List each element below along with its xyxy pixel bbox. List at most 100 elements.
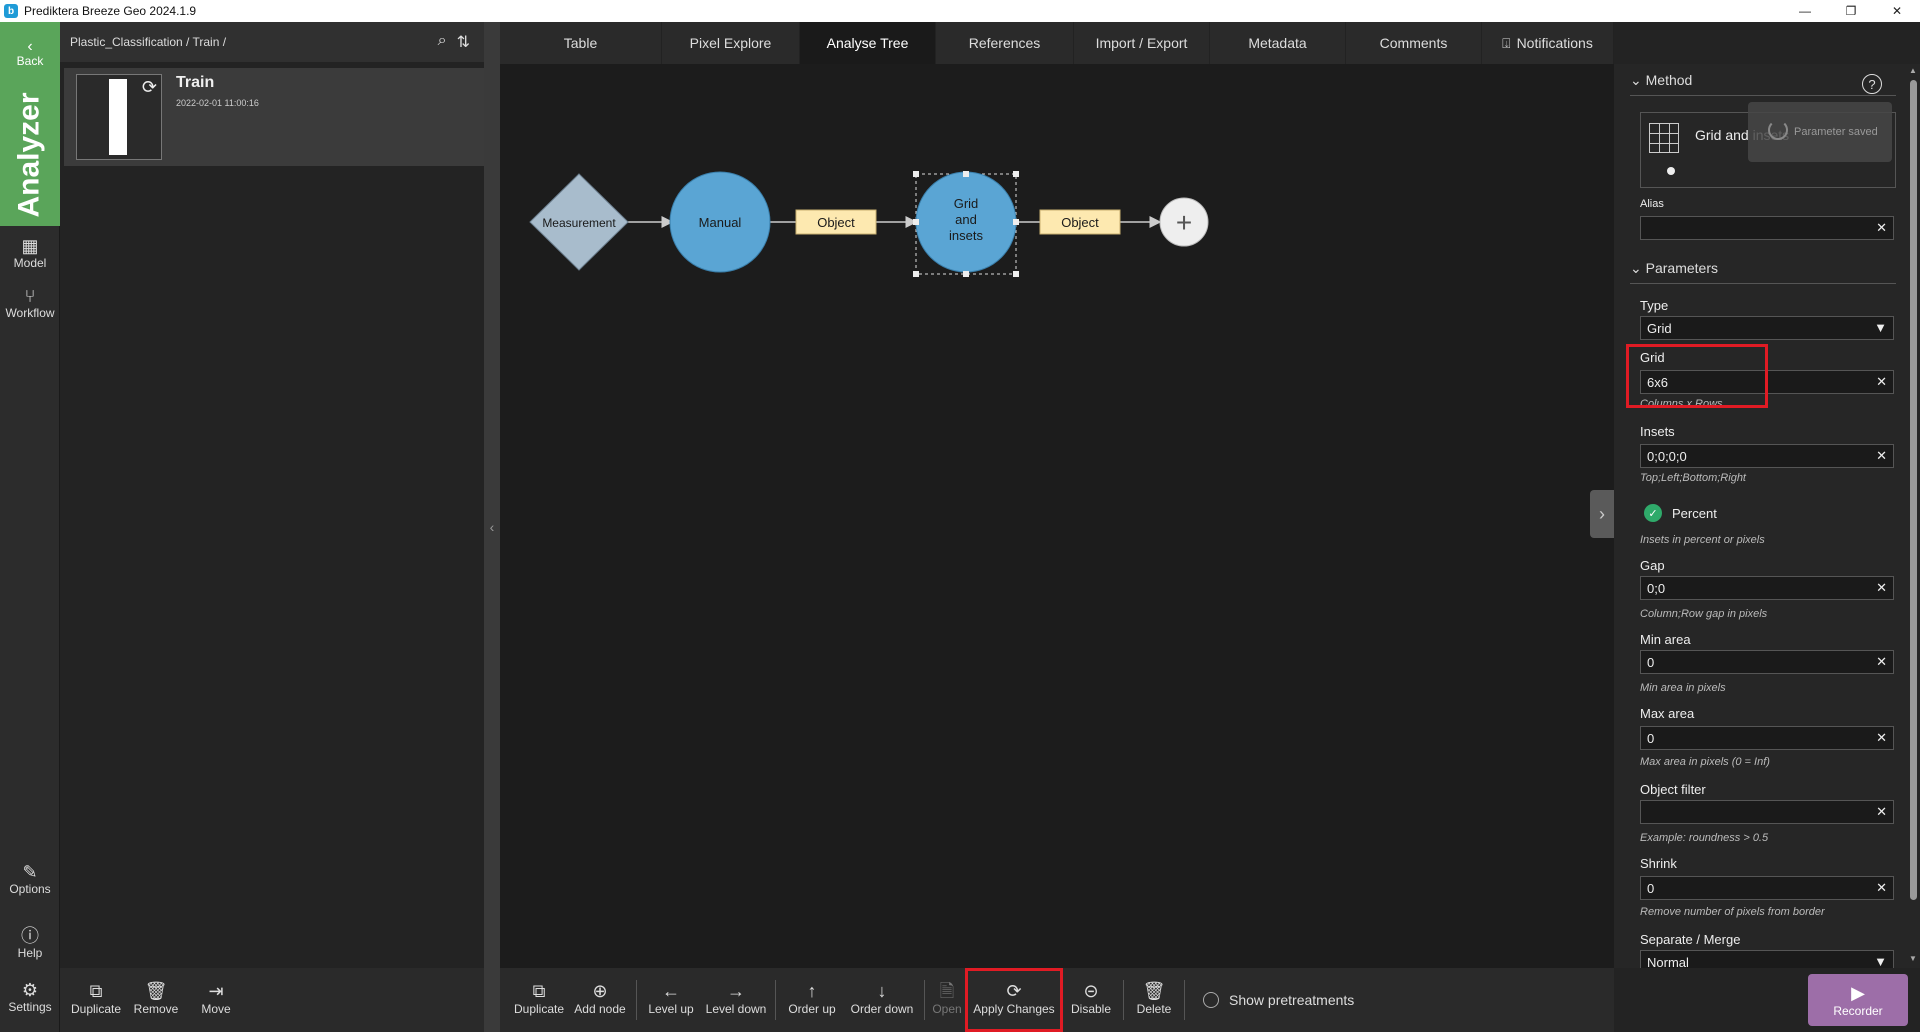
tab-import-export[interactable]: Import / Export (1074, 22, 1210, 64)
level-down-button[interactable]: → Level down (701, 968, 771, 1032)
minimize-button[interactable]: — (1782, 0, 1828, 22)
object-node-2[interactable]: Object (1039, 209, 1121, 235)
duplicate-button[interactable]: ⧉ Duplicate (510, 968, 568, 1032)
sort-icon[interactable]: ⇅ (457, 32, 470, 52)
scrollbar-thumb[interactable] (1910, 80, 1917, 900)
delete-button[interactable]: 🗑 Delete (1128, 968, 1180, 1032)
percent-checkbox[interactable]: ✓ Percent (1644, 504, 1717, 522)
recorder-button[interactable]: ▶ Recorder (1808, 974, 1908, 1026)
maximize-button[interactable]: ❐ (1828, 0, 1874, 22)
alias-input[interactable]: ✕ (1640, 216, 1894, 240)
refresh-icon: ⟳ (1006, 981, 1022, 1001)
maxarea-input[interactable]: 0 ✕ (1640, 726, 1894, 750)
clear-icon[interactable]: ✕ (1876, 730, 1887, 746)
check-icon: ✓ (1644, 504, 1662, 522)
percent-label: Percent (1672, 505, 1717, 521)
collapse-panel-button[interactable]: › (1590, 490, 1614, 538)
tab-notifications-label: Notifications (1516, 35, 1593, 51)
nav-options-label: Options (9, 882, 51, 896)
shrink-input[interactable]: 0 ✕ (1640, 876, 1894, 900)
tab-notifications[interactable]: ⍗ Notifications (1482, 22, 1614, 64)
order-down-button[interactable]: ↓ Order down (844, 968, 920, 1032)
resize-handle[interactable] (913, 219, 919, 225)
trash-icon: 🗑 (144, 981, 168, 1001)
minarea-label: Min area (1640, 632, 1691, 647)
analyse-tree-canvas[interactable]: Measurement Manual Object Grid and inset… (500, 64, 1614, 968)
help-icon[interactable]: ? (1862, 74, 1882, 94)
method-header[interactable]: ⌄ Method (1630, 72, 1896, 96)
panel-splitter[interactable]: ‹ (484, 22, 500, 1032)
move-sample-button[interactable]: ⇥ Move (186, 968, 246, 1032)
clear-icon[interactable]: ✕ (1876, 448, 1887, 464)
nav-settings[interactable]: ⚙ Settings (0, 980, 60, 1014)
sepmerge-label: Separate / Merge (1640, 932, 1741, 947)
scroll-down-icon[interactable]: ▼ (1909, 954, 1917, 963)
breadcrumb-bar: Plastic_Classification / Train / ⌕ ⇅ (60, 22, 484, 62)
breadcrumb[interactable]: Plastic_Classification / Train / (70, 35, 226, 49)
clear-icon[interactable]: ✕ (1876, 880, 1887, 896)
nav-workflow[interactable]: ⑂ Workflow (0, 286, 60, 320)
objfilter-input[interactable]: ✕ (1640, 800, 1894, 824)
resize-handle[interactable] (1013, 219, 1019, 225)
grid-label-line1: Grid (954, 196, 979, 211)
order-up-button[interactable]: ↑ Order up (780, 968, 844, 1032)
plus-circle-icon: ⊕ (592, 981, 608, 1001)
clear-icon[interactable]: ✕ (1876, 580, 1887, 596)
measurement-node[interactable]: Measurement (529, 173, 629, 271)
tab-pixel-explore[interactable]: Pixel Explore (662, 22, 800, 64)
clear-icon[interactable]: ✕ (1876, 804, 1887, 820)
duplicate-sample-button[interactable]: ⧉ Duplicate (66, 968, 126, 1032)
clear-icon[interactable]: ✕ (1876, 654, 1887, 670)
insets-input[interactable]: 0;0;0;0 ✕ (1640, 444, 1894, 468)
tab-analyse-tree[interactable]: Analyse Tree (800, 22, 936, 64)
chevron-left-icon[interactable]: ‹ (490, 519, 495, 535)
type-select[interactable]: Grid ▼ (1640, 316, 1894, 340)
add-node-button[interactable]: + (1159, 197, 1209, 247)
back-button[interactable]: ‹ Back (0, 22, 60, 84)
resize-handle[interactable] (913, 271, 919, 277)
app-logo-icon: b (4, 4, 18, 18)
apply-changes-button[interactable]: ⟳ Apply Changes (965, 968, 1063, 1032)
clear-icon[interactable]: ✕ (1876, 374, 1887, 390)
resize-handle[interactable] (963, 271, 969, 277)
resize-handle[interactable] (963, 171, 969, 177)
resize-handle[interactable] (1013, 271, 1019, 277)
parameters-header[interactable]: ⌄ Parameters (1630, 260, 1896, 284)
type-label: Type (1640, 298, 1669, 313)
dropdown-arrow-icon[interactable]: ▼ (1874, 954, 1887, 968)
nav-options[interactable]: ✎ Options (0, 862, 60, 896)
scroll-up-icon[interactable]: ▲ (1909, 66, 1917, 75)
level-up-button[interactable]: ← Level up (641, 968, 701, 1032)
nav-help[interactable]: ⓘ Help (0, 926, 60, 960)
show-pretreatments-toggle[interactable]: Show pretreatments (1203, 992, 1354, 1008)
dropdown-arrow-icon[interactable]: ▼ (1874, 320, 1887, 335)
open-button[interactable]: 🗎 Open (929, 968, 965, 1032)
tab-references[interactable]: References (936, 22, 1074, 64)
tab-metadata[interactable]: Metadata (1210, 22, 1346, 64)
panel-scrollbar[interactable]: ▲ ▼ (1906, 64, 1920, 968)
nav-model[interactable]: ▦ Model (0, 236, 60, 270)
sepmerge-select[interactable]: Normal ▼ (1640, 950, 1894, 968)
resize-handle[interactable] (913, 171, 919, 177)
measurement-label: Measurement (542, 216, 616, 230)
tab-table[interactable]: Table (500, 22, 662, 64)
tree-item-train[interactable]: ⟳ Train 2022-02-01 11:00:16 (64, 68, 484, 166)
resize-handle[interactable] (1013, 171, 1019, 177)
disable-button[interactable]: ⊝ Disable (1063, 968, 1119, 1032)
tab-comments[interactable]: Comments (1346, 22, 1482, 64)
minarea-input[interactable]: 0 ✕ (1640, 650, 1894, 674)
add-node-tool-button[interactable]: ⊕ Add node (568, 968, 632, 1032)
manual-node[interactable]: Manual (669, 171, 771, 273)
grid-label-line2: and (955, 212, 977, 227)
object-node-1[interactable]: Object (795, 209, 877, 235)
clear-icon[interactable]: ✕ (1876, 220, 1887, 236)
recorder-label: Recorder (1833, 1004, 1883, 1018)
divider (636, 980, 637, 1020)
file-icon: 🗎 (939, 981, 955, 1001)
search-icon[interactable]: ⌕ (438, 32, 447, 52)
grid-insets-node[interactable]: Grid and insets (913, 171, 1019, 277)
gap-input[interactable]: 0;0 ✕ (1640, 576, 1894, 600)
close-button[interactable]: ✕ (1874, 0, 1920, 22)
analyzer-label: Analyzer (13, 92, 46, 218)
remove-sample-button[interactable]: 🗑 Remove (126, 968, 186, 1032)
